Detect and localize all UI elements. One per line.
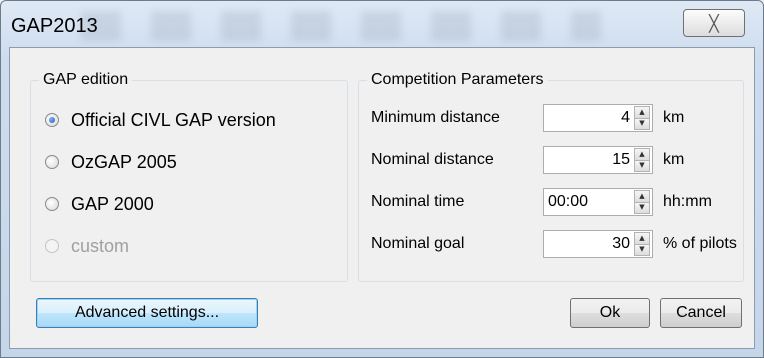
window-title: GAP2013 [11, 15, 98, 37]
spinner-arrows[interactable]: ▲ ▼ [634, 190, 650, 214]
ok-button[interactable]: Ok [570, 298, 650, 328]
radio-label: GAP 2000 [71, 193, 154, 214]
radio-label: Official CIVL GAP version [71, 109, 276, 130]
param-row-nominal-time: Nominal time 00:00 ▲ ▼ hh:mm [371, 187, 712, 217]
spinner-arrows[interactable]: ▲ ▼ [634, 232, 650, 256]
param-label: Minimum distance [371, 109, 500, 126]
gap-edition-group: GAP edition Official CIVL GAP version Oz… [30, 70, 348, 282]
close-button[interactable]: ╳ [683, 9, 745, 37]
competition-parameters-title: Competition Parameters [367, 70, 548, 90]
close-icon: ╳ [709, 13, 719, 33]
param-row-minimum-distance: Minimum distance 4 ▲ ▼ km [371, 103, 684, 133]
param-label: Nominal goal [371, 235, 465, 252]
minimum-distance-spinner[interactable]: 4 ▲ ▼ [543, 104, 653, 132]
param-row-nominal-distance: Nominal distance 15 ▲ ▼ km [371, 145, 684, 175]
radio-button-icon[interactable] [45, 155, 59, 169]
radio-button-icon[interactable] [45, 197, 59, 211]
spin-down-icon[interactable]: ▼ [635, 160, 649, 171]
spin-up-icon[interactable]: ▲ [635, 107, 649, 119]
param-unit: km [663, 151, 685, 168]
spinner-value[interactable]: 15 [544, 151, 634, 169]
nominal-time-picker[interactable]: 00:00 ▲ ▼ [543, 188, 653, 216]
advanced-settings-button[interactable]: Advanced settings... [36, 298, 258, 328]
radio-gap-2000[interactable]: GAP 2000 [45, 191, 154, 217]
radio-button-disabled-icon [45, 239, 59, 253]
spinner-value[interactable]: 30 [544, 235, 634, 253]
radio-label: OzGAP 2005 [71, 151, 177, 172]
param-row-nominal-goal: Nominal goal 30 ▲ ▼ % of pilots [371, 229, 737, 259]
spin-down-icon[interactable]: ▼ [635, 202, 649, 213]
radio-custom: custom [45, 233, 129, 259]
spinner-arrows[interactable]: ▲ ▼ [634, 106, 650, 130]
param-unit: % of pilots [663, 235, 737, 252]
radio-official-civl[interactable]: Official CIVL GAP version [45, 107, 276, 133]
spinner-arrows[interactable]: ▲ ▼ [634, 148, 650, 172]
spinner-value[interactable]: 4 [544, 109, 634, 127]
spin-down-icon[interactable]: ▼ [635, 244, 649, 255]
spinner-value[interactable]: 00:00 [544, 193, 634, 211]
param-unit: hh:mm [663, 193, 712, 210]
spin-down-icon[interactable]: ▼ [635, 118, 649, 129]
param-label: Nominal distance [371, 151, 494, 168]
gap-edition-title: GAP edition [39, 70, 133, 90]
spin-up-icon[interactable]: ▲ [635, 191, 649, 203]
radio-button-checked-icon[interactable] [45, 113, 59, 127]
title-bar-background [81, 11, 601, 41]
param-label: Nominal time [371, 193, 465, 210]
radio-ozgap-2005[interactable]: OzGAP 2005 [45, 149, 177, 175]
nominal-distance-spinner[interactable]: 15 ▲ ▼ [543, 146, 653, 174]
dialog-window: GAP2013 ╳ GAP edition Official CIVL GAP … [0, 0, 764, 358]
dialog-client-area: GAP edition Official CIVL GAP version Oz… [9, 47, 755, 349]
spin-up-icon[interactable]: ▲ [635, 233, 649, 245]
competition-parameters-group: Competition Parameters Minimum distance … [358, 70, 744, 282]
radio-label: custom [71, 235, 130, 256]
nominal-goal-spinner[interactable]: 30 ▲ ▼ [543, 230, 653, 258]
spin-up-icon[interactable]: ▲ [635, 149, 649, 161]
param-unit: km [663, 109, 685, 126]
cancel-button[interactable]: Cancel [660, 298, 742, 328]
